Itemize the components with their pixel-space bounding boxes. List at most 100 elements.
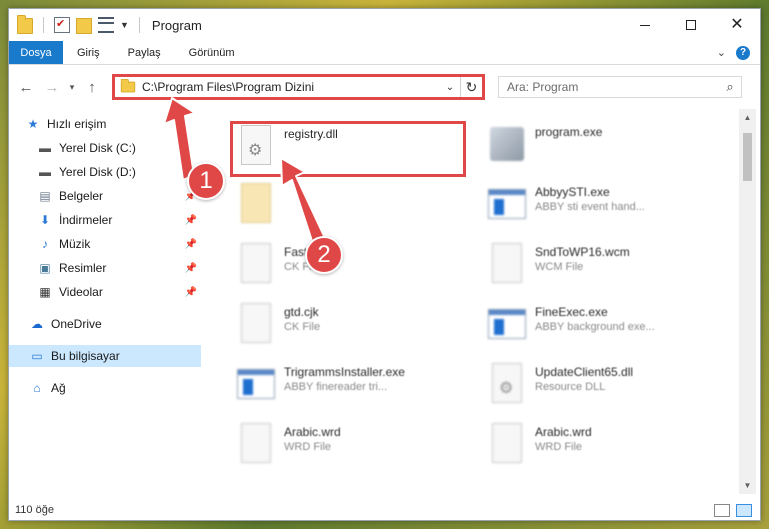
sidebar-item-downloads[interactable]: ⬇ İndirmeler 📌 xyxy=(9,209,201,231)
file-name: gtd.cjk xyxy=(284,305,319,319)
file-tile[interactable]: FineExec.exe ABBY background exe... xyxy=(481,299,721,355)
file-icon xyxy=(236,303,276,349)
chevron-down-icon[interactable]: ⌄ xyxy=(440,82,460,93)
chevron-down-icon[interactable]: ▼ xyxy=(120,20,129,30)
explorer-window: ▼ Program ✕ Dosya Giriş Paylaş Görünüm ⌄… xyxy=(8,8,761,521)
toolbar-divider xyxy=(138,17,140,33)
file-tile[interactable]: UpdateClient65.dll Resource DLL xyxy=(481,359,721,415)
refresh-icon[interactable]: ↻ xyxy=(460,77,482,97)
status-bar: 110 öğe xyxy=(9,499,760,520)
maximize-icon xyxy=(686,20,696,30)
computer-icon: ▭ xyxy=(31,349,43,363)
file-name: AbbyySTI.exe xyxy=(535,185,610,199)
sidebar-item-music[interactable]: ♪ Müzik 📌 xyxy=(9,233,201,255)
sidebar-item-documents[interactable]: ▤ Belgeler 📌 xyxy=(9,185,201,207)
pin-icon[interactable]: 📌 xyxy=(185,239,197,250)
navigation-bar: ← → ▾ ↑ C:\Program Files\Program Dizini … xyxy=(9,66,760,108)
window-title: Program xyxy=(151,17,202,33)
file-tile[interactable]: AbbyySTI.exe ABBY sti event hand... xyxy=(481,179,721,235)
sidebar-item-onedrive[interactable]: ☁ OneDrive xyxy=(9,313,201,335)
file-tile[interactable]: TrigrammsInstaller.exe ABBY finereader t… xyxy=(230,359,470,415)
file-name: TrigrammsInstaller.exe xyxy=(284,365,405,379)
file-name: Arabic.wrd xyxy=(535,425,592,439)
file-list: registry.dll program.exe AbbyySTI.exe AB… xyxy=(206,109,737,494)
search-input[interactable] xyxy=(507,80,719,94)
view-toggles xyxy=(714,503,760,517)
app-icon xyxy=(487,123,527,169)
pin-icon[interactable]: 📌 xyxy=(185,287,197,298)
item-count: 110 öğe xyxy=(15,504,54,516)
properties-icon[interactable] xyxy=(54,17,70,33)
file-tile[interactable] xyxy=(230,179,470,235)
drive-icon: ▬ xyxy=(39,141,51,155)
sidebar-item-disk-d[interactable]: ▬ Yerel Disk (D:) xyxy=(9,161,201,183)
file-type: WCM File xyxy=(535,261,584,273)
file-tile[interactable]: SndToWP16.wcm WCM File xyxy=(481,239,721,295)
scroll-up-icon[interactable]: ▲ xyxy=(739,109,756,126)
video-icon: ▦ xyxy=(39,285,51,299)
minimize-icon xyxy=(640,24,650,26)
file-tile[interactable]: Arabic.wrd WRD File xyxy=(481,419,721,475)
file-tile[interactable]: gtd.cjk CK File xyxy=(230,299,470,355)
scroll-down-icon[interactable]: ▼ xyxy=(739,477,756,494)
tiles-view-icon[interactable] xyxy=(736,503,752,517)
tab-file[interactable]: Dosya xyxy=(9,41,63,64)
expand-ribbon-icon[interactable]: ⌄ xyxy=(717,46,726,59)
file-tile[interactable]: program.exe xyxy=(481,119,721,175)
folder-icon xyxy=(236,183,276,229)
back-button[interactable]: ← xyxy=(13,79,39,96)
folder-icon xyxy=(120,78,136,93)
pictures-icon: ▣ xyxy=(39,261,51,275)
close-icon: ✕ xyxy=(730,16,744,33)
file-icon xyxy=(236,423,276,469)
recent-locations-icon[interactable]: ▾ xyxy=(65,82,79,93)
sidebar-item-this-pc[interactable]: ▭ Bu bilgisayar xyxy=(9,345,201,367)
music-icon: ♪ xyxy=(42,237,48,251)
file-type: ABBY sti event hand... xyxy=(535,201,645,213)
ribbon-tabs: Dosya Giriş Paylaş Görünüm ⌄ ? xyxy=(9,41,760,65)
forward-button[interactable]: → xyxy=(39,79,65,96)
new-folder-icon[interactable] xyxy=(76,18,92,34)
network-icon: ⌂ xyxy=(33,381,41,395)
title-bar: ▼ Program ✕ xyxy=(9,9,760,41)
sidebar-item-label: Bu bilgisayar xyxy=(51,349,120,363)
sidebar-item-label: Yerel Disk (D:) xyxy=(59,165,136,179)
details-view-icon[interactable] xyxy=(714,503,730,517)
sidebar-item-pictures[interactable]: ▣ Resimler 📌 xyxy=(9,257,201,279)
sidebar-item-network[interactable]: ⌂ Ağ xyxy=(9,377,201,399)
up-button[interactable]: ↑ xyxy=(79,79,105,96)
star-icon: ★ xyxy=(27,117,39,131)
sidebar-item-label: İndirmeler xyxy=(59,213,113,227)
sidebar-item-videos[interactable]: ▦ Videolar 📌 xyxy=(9,281,201,303)
window-controls: ✕ xyxy=(622,9,760,41)
pin-icon[interactable]: 📌 xyxy=(185,215,197,226)
maximize-button[interactable] xyxy=(668,9,714,41)
file-tile[interactable]: Arabic.wrd WRD File xyxy=(230,419,470,475)
step-badge-1: 1 xyxy=(187,162,225,200)
tab-view[interactable]: Görünüm xyxy=(175,41,249,64)
sidebar-item-quick-access[interactable]: ★ Hızlı erişim xyxy=(9,113,201,135)
sidebar-item-label: Videolar xyxy=(59,285,103,299)
help-icon[interactable]: ? xyxy=(736,45,750,60)
documents-icon: ▤ xyxy=(39,189,51,203)
minimize-button[interactable] xyxy=(622,9,668,41)
sidebar-item-label: Ağ xyxy=(51,381,66,395)
pin-icon[interactable]: 📌 xyxy=(185,263,197,274)
sidebar-item-disk-c[interactable]: ▬ Yerel Disk (C:) xyxy=(9,137,201,159)
address-bar[interactable]: C:\Program Files\Program Dizini ⌄ ↻ xyxy=(112,74,485,100)
scrollbar-thumb[interactable] xyxy=(743,133,752,181)
file-type: WRD File xyxy=(535,441,583,453)
address-path[interactable]: C:\Program Files\Program Dizini xyxy=(142,80,440,94)
tab-share[interactable]: Paylaş xyxy=(114,41,175,64)
search-box[interactable]: ⌕ xyxy=(498,76,742,98)
dll-file-icon xyxy=(487,363,527,409)
file-icon xyxy=(487,423,527,469)
sidebar-item-label: Belgeler xyxy=(59,189,104,203)
search-icon[interactable]: ⌕ xyxy=(719,79,741,95)
customize-view-icon[interactable] xyxy=(98,17,114,33)
close-button[interactable]: ✕ xyxy=(714,9,760,41)
vertical-scrollbar[interactable]: ▲ ▼ xyxy=(739,109,756,494)
file-tile[interactable]: FastN... CK File xyxy=(230,239,470,295)
file-icon xyxy=(487,243,527,289)
tab-home[interactable]: Giriş xyxy=(63,41,114,64)
